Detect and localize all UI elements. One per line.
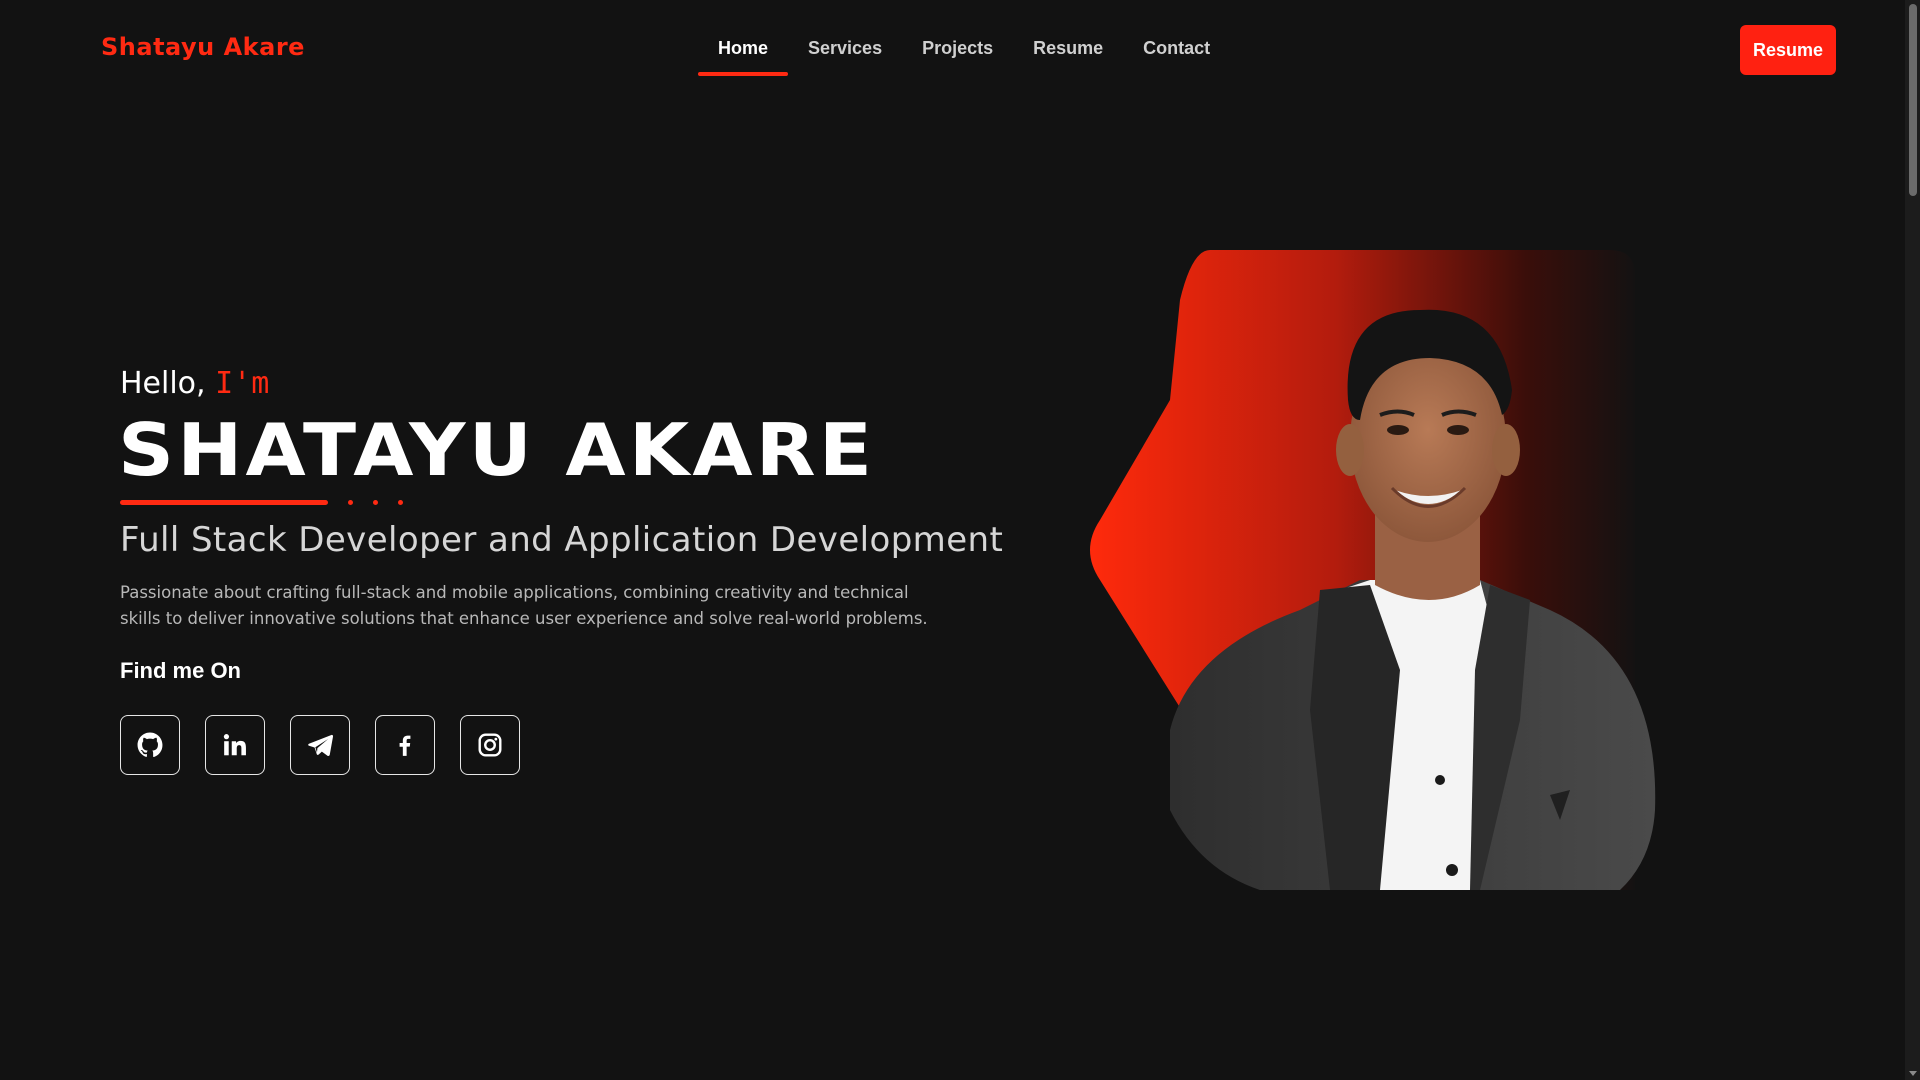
facebook-button[interactable] [375,715,435,775]
github-icon [137,732,163,758]
greeting-accent: I'm [215,366,270,401]
hero-role: Full Stack Developer and Application Dev… [120,520,1004,560]
nav-link-contact[interactable]: Contact [1123,34,1230,76]
nav-link-home[interactable]: Home [698,34,789,76]
divider-dot [348,500,353,505]
telegram-icon [307,732,333,758]
nav-link-label: Projects [922,38,994,58]
scrollbar-thumb[interactable] [1909,4,1917,196]
facebook-icon [392,732,418,758]
nav-link-resume[interactable]: Resume [1013,34,1123,76]
brand-logo[interactable]: Shatayu Akare [101,33,305,61]
divider-dot [373,500,378,505]
telegram-button[interactable] [290,715,350,775]
name-underline [120,500,328,505]
nav-link-label: Home [718,38,769,58]
bio-line: Passionate about crafting full-stack and… [120,583,909,602]
hero-name: SHATAYU AKARE [118,408,876,492]
instagram-icon [477,732,503,758]
github-button[interactable] [120,715,180,775]
nav-link-label: Resume [1033,38,1104,58]
nav-link-label: Contact [1143,38,1211,58]
social-links [120,715,520,775]
bio-line: skills to deliver innovative solutions t… [120,609,928,628]
greeting-text: Hello, [120,366,206,401]
nav-link-projects[interactable]: Projects [902,34,1013,76]
page-scrollbar[interactable] [1905,0,1920,1080]
active-nav-underline [698,72,789,76]
linkedin-icon [222,732,248,758]
divider-dot [398,500,403,505]
find-me-heading: Find me On [120,658,241,683]
instagram-button[interactable] [460,715,520,775]
nav-link-label: Services [808,38,883,58]
portfolio-page: Shatayu Akare Home Services Projects Res… [0,0,1920,1080]
nav-links: Home Services Projects Resume Contact [698,34,1230,76]
resume-button[interactable]: Resume [1740,25,1836,75]
linkedin-button[interactable] [205,715,265,775]
navbar: Shatayu Akare Home Services Projects Res… [0,0,1905,100]
scroll-down-arrow-icon[interactable] [1909,1071,1917,1076]
greeting: Hello, I'm [120,366,269,401]
hero-bio: Passionate about crafting full-stack and… [120,580,940,632]
nav-link-services[interactable]: Services [788,34,902,76]
profile-portrait [1080,250,1660,890]
